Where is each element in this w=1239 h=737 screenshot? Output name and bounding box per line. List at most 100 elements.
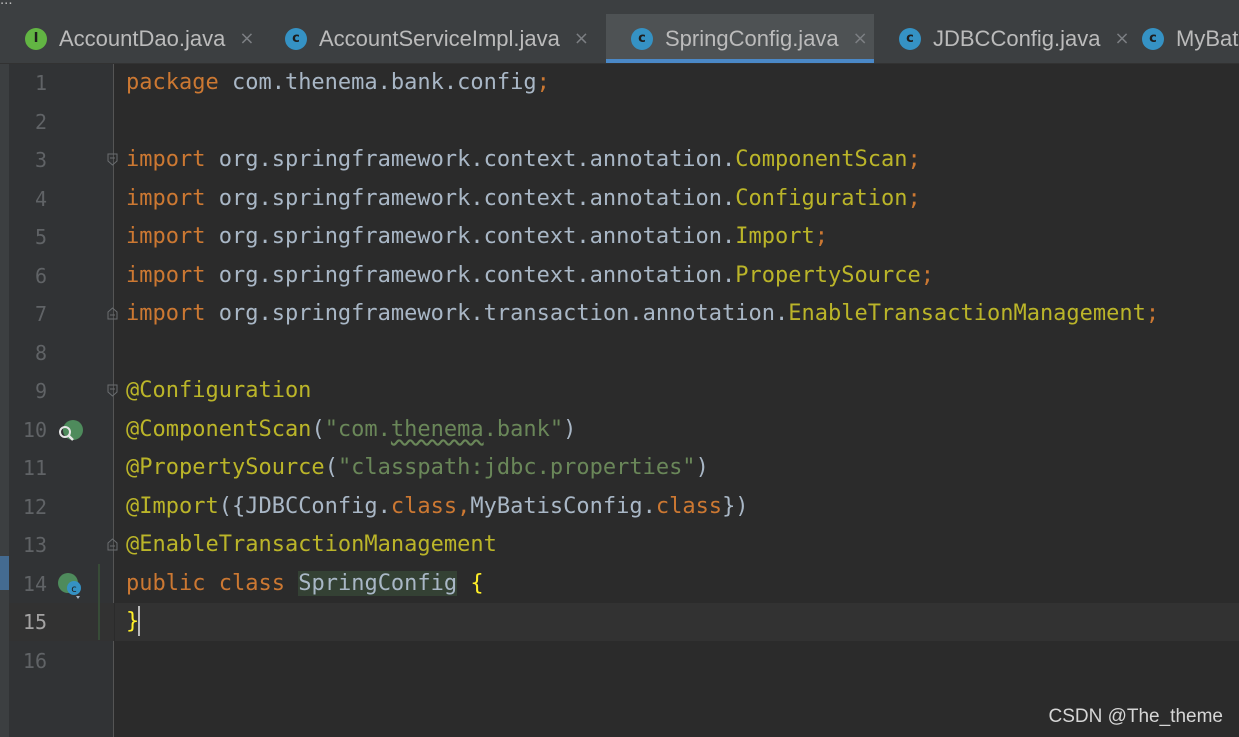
line-number: 16: [22, 649, 47, 673]
code-token: thenema: [390, 417, 484, 442]
code-token: (: [311, 417, 325, 442]
tab-label: MyBatisConfig.java: [1176, 25, 1239, 51]
code-token: import: [126, 263, 206, 288]
fold-toggle-icon[interactable]: [107, 153, 118, 166]
editor-tab[interactable]: c JDBCConfig.java ×: [874, 14, 1130, 63]
code-token: ;: [907, 186, 921, 211]
code-token: "com.: [324, 417, 391, 442]
editor-tab[interactable]: c MyBatisConfig.java: [1117, 14, 1239, 63]
left-tool-strip: [0, 64, 9, 737]
code-token: com.thenema.bank.config: [218, 70, 537, 95]
code-token: ,: [457, 494, 471, 519]
code-token: ({JDBCConfig.: [218, 494, 391, 519]
code-token: org.springframework.transaction.annotati…: [205, 301, 789, 326]
class-file-icon: c: [1142, 27, 1164, 50]
close-tab-icon[interactable]: ×: [853, 28, 868, 49]
editor-tab-bar: I AccountDao.java × c AccountServiceImpl.jav…: [0, 14, 1239, 64]
editor-tab[interactable]: I AccountDao.java ×: [0, 14, 260, 63]
watermark: CSDN @The_theme: [1048, 706, 1223, 727]
class-file-icon: c: [285, 27, 307, 50]
code-token: Import: [735, 224, 815, 249]
left-strip-marker: [0, 556, 9, 590]
line-number: 6: [34, 264, 47, 288]
code-line[interactable]: @Import({JDBCConfig.class,MyBatisConfig.…: [126, 488, 749, 526]
code-token: org.springframework.context.annotation.: [205, 186, 736, 211]
code-token: @PropertySource: [126, 455, 325, 480]
code-token: MyBatisConfig.: [470, 494, 656, 519]
line-number: 5: [34, 225, 47, 249]
interface-file-icon: I: [25, 27, 47, 50]
code-token: class: [218, 571, 285, 596]
code-token: public: [126, 571, 206, 596]
code-token: ComponentScan: [735, 147, 908, 172]
line-number: 2: [34, 110, 47, 134]
code-token: org.springframework.context.annotation.: [205, 147, 736, 172]
code-token: PropertySource: [735, 263, 921, 288]
spring-bean-class-icon[interactable]: c: [56, 572, 86, 604]
code-line[interactable]: public class SpringConfig {: [126, 565, 484, 603]
code-line[interactable]: import org.springframework.context.annot…: [126, 218, 828, 256]
code-token: class: [390, 494, 458, 519]
code-token: ;: [907, 147, 921, 172]
close-tab-icon[interactable]: ×: [239, 28, 254, 49]
code-token: ;: [536, 70, 550, 95]
code-line[interactable]: import org.springframework.context.annot…: [126, 141, 921, 179]
code-line[interactable]: @EnableTransactionManagement: [126, 526, 497, 564]
class-file-icon: c: [899, 27, 921, 50]
text-caret: [138, 606, 140, 636]
line-number: 3: [34, 148, 47, 172]
code-token: org.springframework.context.annotation.: [205, 224, 736, 249]
code-token: @EnableTransactionManagement: [126, 532, 497, 557]
code-token: class: [655, 494, 723, 519]
editor-tab[interactable]: c AccountServiceImpl.java ×: [260, 14, 606, 63]
tab-label: JDBCConfig.java: [933, 25, 1101, 51]
fold-toggle-icon[interactable]: [107, 538, 118, 551]
line-number: 12: [22, 495, 47, 519]
fold-toggle-icon[interactable]: [107, 307, 118, 320]
code-token: @Import: [126, 494, 219, 519]
line-number: 14: [22, 572, 47, 596]
line-number: 10: [22, 418, 47, 442]
code-line[interactable]: @ComponentScan("com.thenema.bank"): [126, 411, 576, 449]
code-token: ): [563, 417, 577, 442]
code-line[interactable]: @Configuration: [126, 372, 311, 410]
close-tab-icon[interactable]: ×: [574, 28, 589, 49]
tab-label: SpringConfig.java: [665, 25, 839, 51]
line-number: 15: [22, 610, 47, 634]
code-line[interactable]: @PropertySource("classpath:jdbc.properti…: [126, 449, 709, 487]
line-number: 7: [34, 302, 47, 326]
code-token: {: [470, 571, 484, 596]
code-token: org.springframework.context.annotation.: [205, 263, 736, 288]
bean-scan-icon[interactable]: [56, 418, 84, 448]
code-token: import: [126, 147, 206, 172]
code-token: import: [126, 224, 206, 249]
code-token: ): [695, 455, 709, 480]
code-token: ;: [814, 224, 829, 249]
code-token: package: [126, 70, 219, 95]
code-line[interactable]: package com.thenema.bank.config;: [126, 64, 550, 102]
tab-label: AccountServiceImpl.java: [319, 25, 560, 51]
code-token: @ComponentScan: [126, 417, 312, 442]
code-token: ;: [1145, 301, 1160, 326]
code-line[interactable]: import org.springframework.context.annot…: [126, 257, 934, 295]
class-file-icon: c: [631, 27, 653, 50]
tab-label: AccountDao.java: [59, 25, 226, 51]
code-token: SpringConfig: [298, 571, 458, 596]
line-number: 9: [34, 379, 47, 403]
code-line[interactable]: import org.springframework.transaction.a…: [126, 295, 1159, 333]
vcs-change-marker[interactable]: [98, 564, 100, 640]
line-number: 8: [34, 341, 47, 365]
line-number: 11: [22, 456, 47, 480]
code-token: Configuration: [735, 186, 908, 211]
code-token: EnableTransactionManagement: [788, 301, 1146, 326]
svg-text:c: c: [71, 584, 77, 595]
code-token: import: [126, 301, 206, 326]
code-token: (: [324, 455, 338, 480]
code-line[interactable]: import org.springframework.context.annot…: [126, 180, 921, 218]
fold-toggle-icon[interactable]: [107, 384, 118, 397]
code-token: "classpath:jdbc.properties": [337, 455, 696, 480]
editor-tab[interactable]: c SpringConfig.java ×: [606, 14, 874, 63]
current-line-highlight: [115, 603, 1239, 641]
